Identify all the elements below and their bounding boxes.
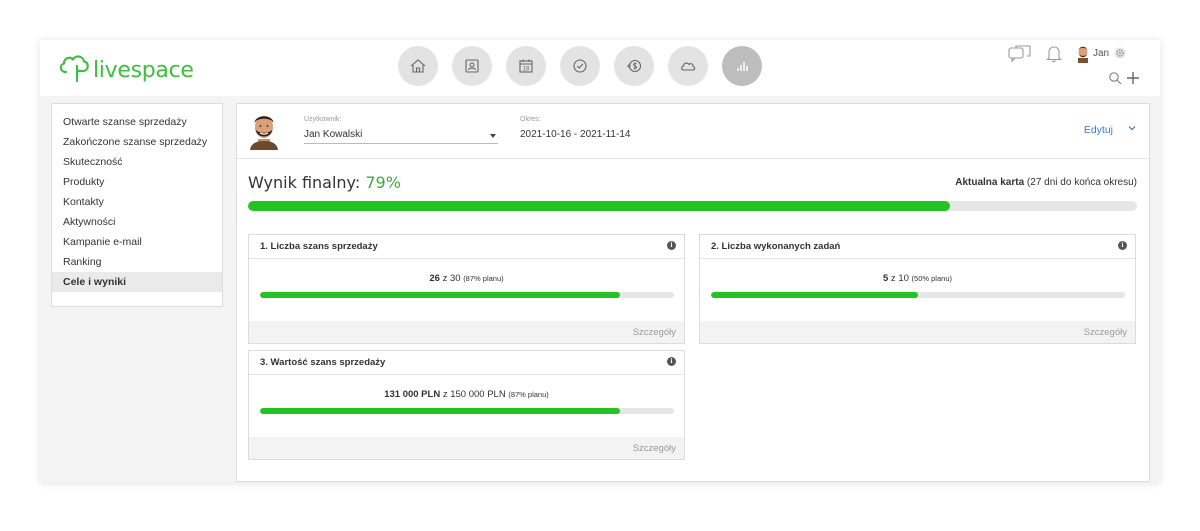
deals-icon: [627, 59, 642, 73]
app-window: livespace 18 Jan Otwarte szanse sprzedaż…: [40, 40, 1160, 482]
goal-progress-fill: [711, 292, 918, 298]
chart-icon: [737, 62, 748, 71]
goal-header: 3. Wartość szans sprzedaży i: [249, 351, 684, 375]
details-link[interactable]: Szczegóły: [1084, 327, 1127, 338]
edit-button[interactable]: Edytuj: [1084, 124, 1113, 136]
goal-body: 5 z 10 (50% planu): [700, 259, 1135, 321]
goal-body: 26 z 30 (87% planu): [249, 259, 684, 321]
goal-value: 5 z 10 (50% planu): [700, 273, 1135, 284]
sidebar-item-open-deals[interactable]: Otwarte szanse sprzedaży: [52, 112, 222, 132]
caret-down-icon: [490, 134, 496, 138]
goal-title: 3. Wartość szans sprzedaży: [260, 357, 386, 368]
main-panel: Użytkownik: Jan Kowalski Okres: 2021-10-…: [236, 103, 1150, 482]
goal-achieved: 131 000 PLN: [384, 389, 441, 400]
nav-reports[interactable]: [722, 46, 762, 86]
user-name[interactable]: Jan: [1093, 48, 1109, 59]
goal-footer: Szczegóły: [249, 437, 684, 459]
details-link[interactable]: Szczegóły: [633, 443, 676, 454]
goal-plan: (50% planu): [911, 274, 952, 283]
cloud-icon: [681, 62, 696, 71]
home-icon: [410, 59, 426, 73]
goal-card-3: 3. Wartość szans sprzedaży i 131 000 PLN…: [248, 350, 685, 460]
goal-progress-fill: [260, 408, 621, 414]
goal-target: z 10: [888, 273, 912, 284]
goal-progress-bar: [260, 292, 674, 298]
calendar-day: 18: [523, 67, 530, 73]
goal-value: 131 000 PLN z 150 000 PLN (87% planu): [249, 389, 684, 400]
search-icon[interactable]: [1108, 71, 1122, 85]
sidebar-item-closed-deals[interactable]: Zakończone szanse sprzedaży: [52, 132, 222, 152]
top-right-tools: Jan: [998, 44, 1148, 92]
goal-target: z 30: [439, 273, 464, 284]
goal-card-1: 1. Liczba szans sprzedaży i 26 z 30 (87%…: [248, 234, 685, 344]
nav-tasks[interactable]: [560, 46, 600, 86]
final-score-label: Wynik finalny:: [248, 173, 366, 192]
nav-deals[interactable]: [614, 46, 654, 86]
goal-plan: (87% planu): [463, 274, 504, 283]
final-progress-fill: [248, 201, 951, 211]
sidebar-item-contacts[interactable]: Kontakty: [52, 192, 222, 212]
sidebar-item-goals[interactable]: Cele i wyniki: [52, 272, 222, 292]
card-status-note: (27 dni do końca okresu): [1024, 177, 1137, 188]
details-link[interactable]: Szczegóły: [633, 327, 676, 338]
user-select-value: Jan Kowalski: [304, 129, 363, 140]
info-icon[interactable]: i: [1118, 241, 1127, 250]
nav-home[interactable]: [398, 46, 438, 86]
main-nav: 18: [398, 46, 762, 86]
info-icon[interactable]: i: [667, 357, 676, 366]
sidebar-item-activities[interactable]: Aktywności: [52, 212, 222, 232]
nav-contacts[interactable]: [452, 46, 492, 86]
card-status: Aktualna karta (27 dni do końca okresu): [955, 177, 1137, 188]
goal-footer: Szczegóły: [700, 321, 1135, 343]
nav-calendar[interactable]: 18: [506, 46, 546, 86]
goal-footer: Szczegóły: [249, 321, 684, 343]
final-score-title: Wynik finalny: 79%: [248, 173, 401, 192]
card-status-label: Aktualna karta: [955, 177, 1025, 188]
sidebar-item-ranking[interactable]: Ranking: [52, 252, 222, 272]
contacts-icon: [465, 59, 479, 73]
logo[interactable]: livespace: [57, 48, 194, 88]
goal-progress-bar: [711, 292, 1125, 298]
check-icon: [573, 59, 587, 73]
plus-icon[interactable]: [1126, 71, 1140, 85]
final-score-percent: 79%: [365, 173, 401, 192]
bell-icon[interactable]: [1046, 45, 1062, 63]
sidebar-item-effectiveness[interactable]: Skuteczność: [52, 152, 222, 172]
goal-card-2: 2. Liczba wykonanych zadań i 5 z 10 (50%…: [699, 234, 1136, 344]
goal-header: 1. Liczba szans sprzedaży i: [249, 235, 684, 259]
filter-row: Użytkownik: Jan Kowalski Okres: 2021-10-…: [237, 104, 1149, 159]
calendar-icon: 18: [519, 59, 533, 73]
chevron-down-icon[interactable]: [1127, 123, 1137, 133]
goal-value: 26 z 30 (87% planu): [249, 273, 684, 284]
goal-header: 2. Liczba wykonanych zadań i: [700, 235, 1135, 259]
user-label: Użytkownik:: [304, 116, 342, 123]
final-progress-bar: [248, 201, 1137, 211]
goal-achieved: 26: [429, 273, 440, 284]
goal-title: 1. Liczba szans sprzedaży: [260, 241, 378, 252]
goal-progress-bar: [260, 408, 674, 414]
chat-icon[interactable]: [1008, 45, 1032, 63]
top-bar: livespace 18 Jan: [40, 40, 1160, 96]
user-avatar-small[interactable]: [1076, 45, 1090, 63]
period-label: Okres:: [520, 116, 541, 123]
sidebar-item-email-campaigns[interactable]: Kampanie e-mail: [52, 232, 222, 252]
period-value: 2021-10-16 - 2021-11-14: [520, 129, 631, 140]
goal-title: 2. Liczba wykonanych zadań: [711, 241, 841, 252]
gear-icon[interactable]: [1114, 47, 1126, 59]
sidebar: Otwarte szanse sprzedaży Zakończone szan…: [51, 103, 223, 307]
logo-cloud-icon: [59, 55, 89, 83]
user-select[interactable]: Jan Kowalski: [304, 126, 498, 144]
nav-cloud[interactable]: [668, 46, 708, 86]
sidebar-item-products[interactable]: Produkty: [52, 172, 222, 192]
goal-plan: (87% planu): [508, 390, 549, 399]
logo-text: livespace: [93, 57, 194, 83]
goal-progress-fill: [260, 292, 621, 298]
goal-target: z 150 000 PLN: [440, 389, 509, 400]
avatar: [250, 116, 278, 150]
info-icon[interactable]: i: [667, 241, 676, 250]
goal-body: 131 000 PLN z 150 000 PLN (87% planu): [249, 375, 684, 437]
